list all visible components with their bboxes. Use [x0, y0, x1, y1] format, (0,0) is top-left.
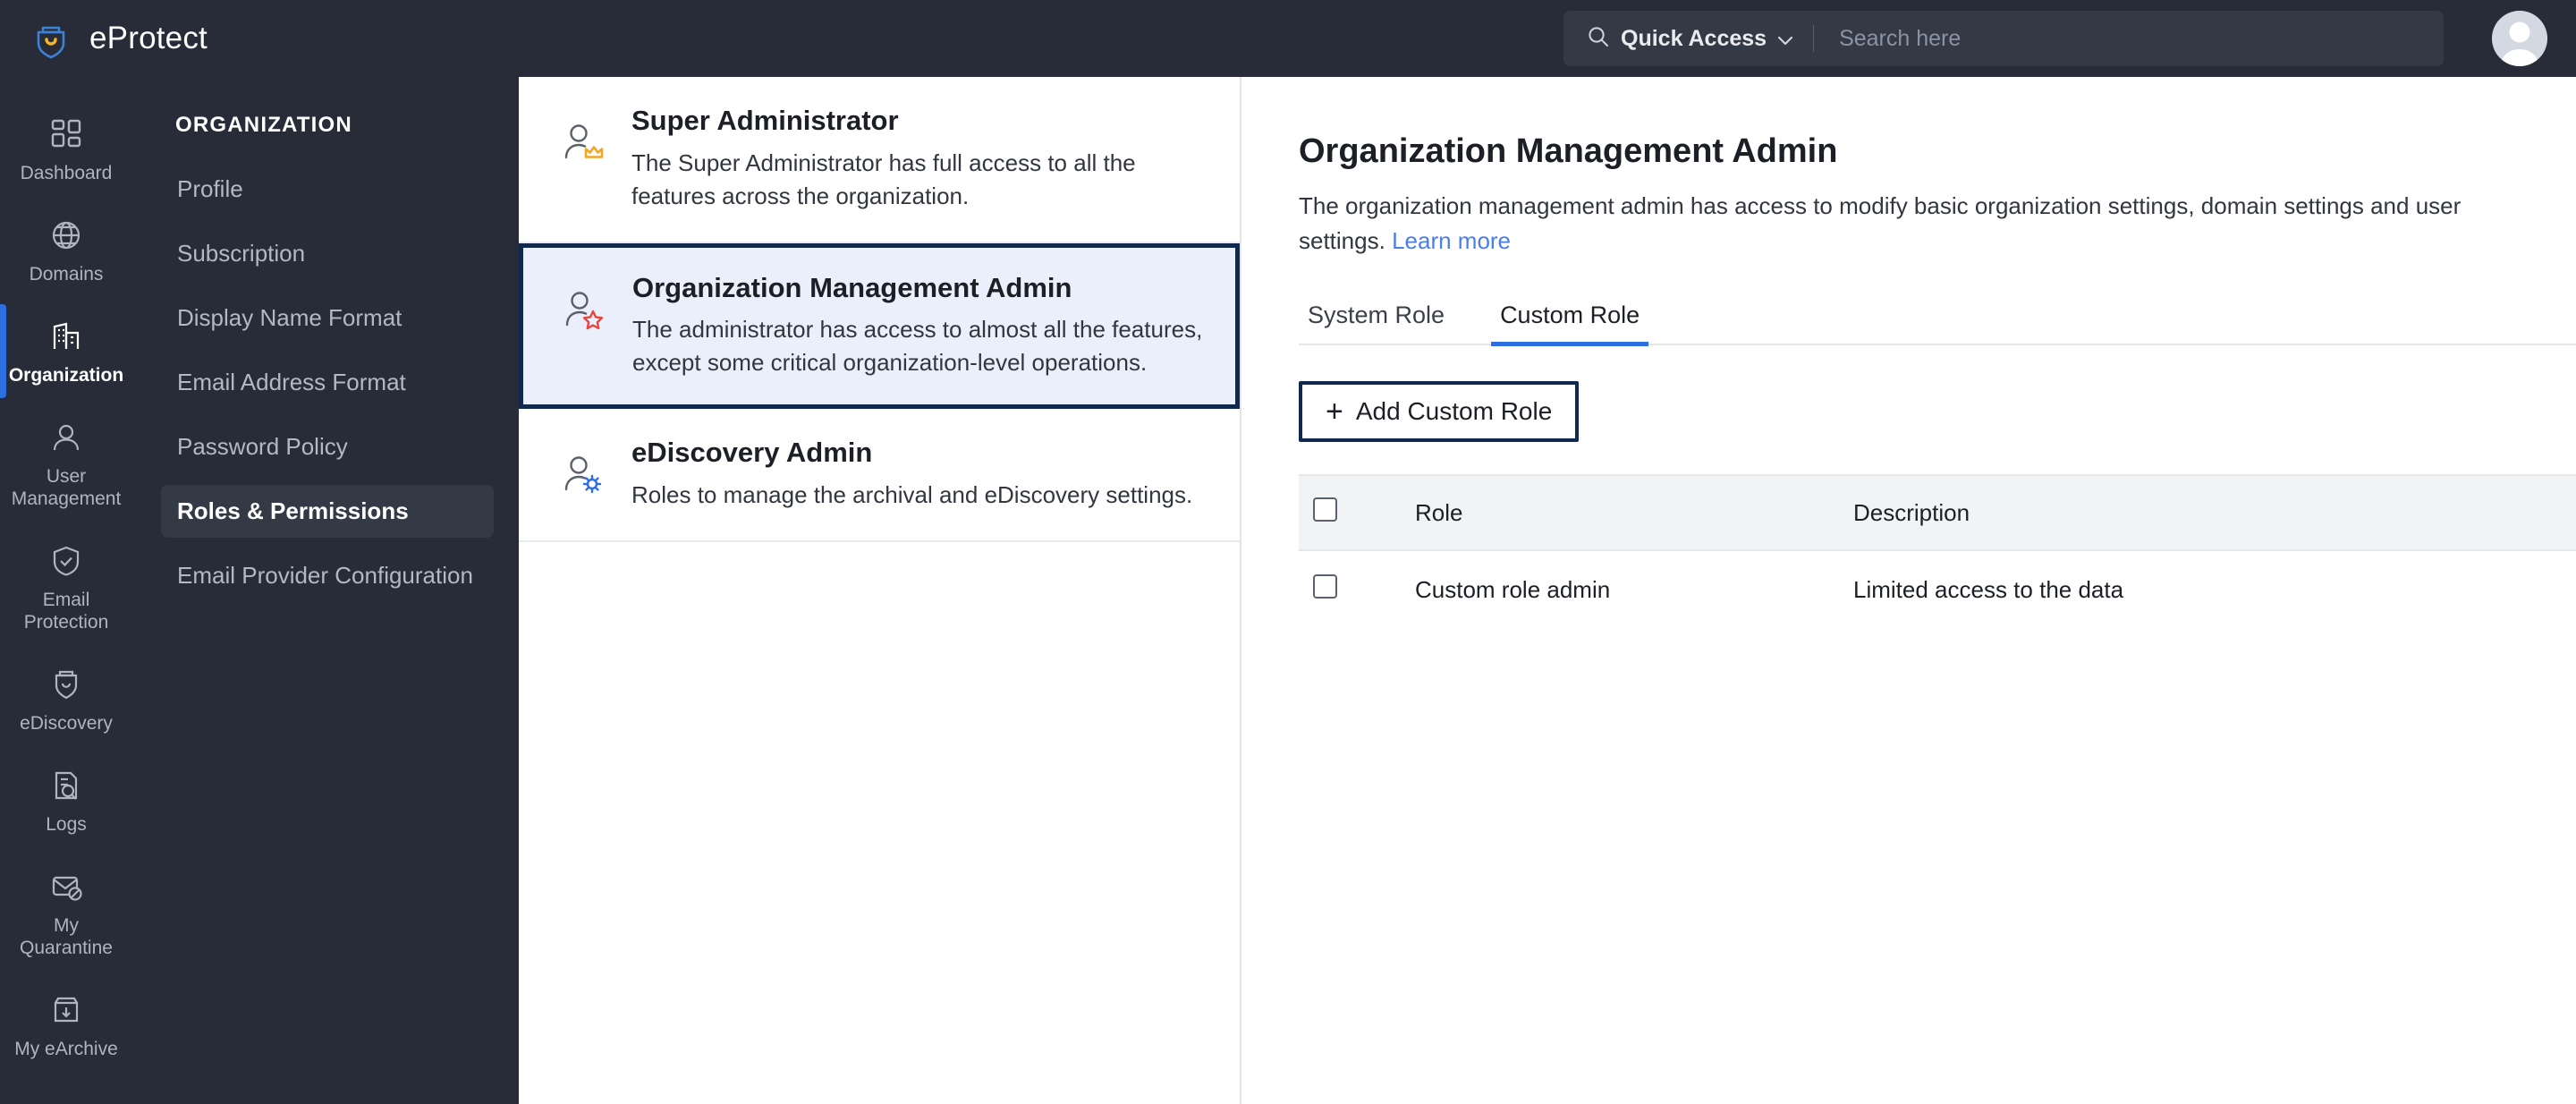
rail-label: Domains — [29, 264, 104, 284]
organization-subnav: ORGANIZATION Profile Subscription Displa… — [132, 77, 519, 1104]
building-icon — [5, 316, 127, 357]
top-bar: eProtect Quick Access — [0, 0, 2576, 77]
mail-blocked-icon — [5, 866, 127, 907]
rail-item-user-management[interactable]: User Management — [0, 402, 132, 525]
cell-description: Limited access to the data — [1853, 575, 2124, 603]
brand-name: eProtect — [89, 21, 208, 55]
tab-system-role[interactable]: System Role — [1299, 301, 1453, 344]
subnav-item-display-name-format[interactable]: Display Name Format — [161, 292, 494, 344]
role-card-texts: Organization Management Admin The admini… — [632, 271, 1203, 380]
subnav-item-password-policy[interactable]: Password Policy — [161, 420, 494, 473]
role-card-title: Super Administrator — [631, 105, 899, 136]
dashboard-grid-icon — [5, 114, 127, 155]
cell-role: Custom role admin — [1415, 575, 1611, 603]
rail-item-email-protection[interactable]: Email Protection — [0, 525, 132, 649]
add-custom-role-label: Add Custom Role — [1355, 397, 1553, 425]
role-card-super-administrator[interactable]: Super Administrator The Super Administra… — [519, 77, 1240, 243]
rail-item-organization[interactable]: Organization — [0, 301, 132, 402]
archive-download-icon — [5, 989, 127, 1031]
role-card-title: Organization Management Admin — [632, 271, 1072, 303]
role-card-description: The Super Administrator has full access … — [631, 149, 1136, 209]
rail-label: Logs — [46, 814, 87, 835]
ediscovery-shield-icon — [5, 664, 127, 705]
rail-label: eDiscovery — [20, 713, 113, 734]
rail-item-my-earchive[interactable]: My eArchive — [0, 974, 132, 1075]
custom-roles-table: Role Description Custom role admin Limit… — [1299, 474, 2576, 628]
quick-access-dropdown[interactable]: Quick Access — [1563, 25, 1813, 53]
role-list-panel: Super Administrator The Super Administra… — [519, 77, 1241, 1104]
rail-label: User Management — [11, 466, 122, 509]
shield-check-icon — [5, 540, 127, 582]
search-icon — [1587, 25, 1610, 53]
rail-item-ediscovery[interactable]: eDiscovery — [0, 649, 132, 750]
add-custom-role-button[interactable]: + Add Custom Role — [1299, 381, 1580, 442]
role-detail-panel: Organization Management Admin The organi… — [1241, 77, 2576, 1104]
page-description: The organization management admin has ac… — [1299, 189, 2551, 259]
role-card-ediscovery-admin[interactable]: eDiscovery Admin Roles to manage the arc… — [519, 409, 1240, 542]
rail-item-dashboard[interactable]: Dashboard — [0, 98, 132, 200]
subnav-item-email-provider-configuration[interactable]: Email Provider Configuration — [161, 549, 494, 602]
primary-nav-rail: Dashboard Domains Organization User Mana… — [0, 77, 132, 1104]
rail-label: Dashboard — [20, 163, 113, 183]
role-card-organization-management-admin[interactable]: Organization Management Admin The admini… — [519, 242, 1240, 410]
role-tabs: System Role Custom Role — [1299, 301, 2576, 346]
user-icon — [5, 417, 127, 458]
rail-item-my-quarantine[interactable]: My Quarantine — [0, 851, 132, 974]
search-input[interactable] — [1814, 25, 2444, 52]
subnav-item-roles-permissions[interactable]: Roles & Permissions — [161, 485, 494, 538]
learn-more-link[interactable]: Learn more — [1392, 227, 1511, 254]
select-all-header — [1299, 474, 1415, 551]
table-body: Custom role admin Limited access to the … — [1299, 550, 2576, 628]
plus-icon: + — [1326, 395, 1343, 429]
rail-label: Email Protection — [23, 590, 109, 633]
rail-item-logs[interactable]: Logs — [0, 750, 132, 851]
role-card-texts: eDiscovery Admin Roles to manage the arc… — [631, 436, 1204, 512]
table-row[interactable]: Custom role admin Limited access to the … — [1299, 550, 2576, 628]
role-card-description: The administrator has access to almost a… — [632, 316, 1203, 377]
rail-label: My Quarantine — [20, 915, 113, 958]
page-title: Organization Management Admin — [1299, 132, 1838, 170]
app-root: eProtect Quick Access Search here Dashbo… — [0, 0, 2576, 1104]
avatar[interactable] — [2492, 11, 2547, 66]
column-header-role: Role — [1415, 474, 1853, 551]
rail-label: Organization — [8, 365, 124, 386]
table-head: Role Description — [1299, 474, 2576, 551]
shield-logo-icon — [30, 18, 72, 59]
subnav-item-email-address-format[interactable]: Email Address Format — [161, 356, 494, 409]
app-body: Dashboard Domains Organization User Mana… — [0, 77, 2576, 1104]
user-avatar-icon — [2492, 11, 2547, 66]
row-checkbox[interactable] — [1313, 574, 1337, 599]
row-select-cell — [1299, 550, 1415, 628]
subnav-item-subscription[interactable]: Subscription — [161, 227, 494, 280]
role-card-description: Roles to manage the archival and eDiscov… — [631, 480, 1193, 508]
table-header-row: Role Description — [1299, 474, 2576, 551]
chevron-down-icon — [1777, 34, 1793, 45]
user-gear-icon — [560, 436, 606, 503]
global-search-bar[interactable]: Quick Access — [1563, 11, 2444, 66]
document-search-icon — [5, 765, 127, 806]
brand[interactable]: eProtect — [0, 18, 519, 59]
column-header-description: Description — [1853, 474, 2576, 551]
quick-access-label: Quick Access — [1621, 25, 1767, 51]
rail-item-domains[interactable]: Domains — [0, 200, 132, 301]
role-card-title: eDiscovery Admin — [631, 437, 873, 469]
role-card-texts: Super Administrator The Super Administra… — [631, 104, 1204, 213]
subnav-title: ORGANIZATION — [175, 113, 352, 137]
select-all-checkbox[interactable] — [1313, 497, 1337, 522]
subnav-item-profile[interactable]: Profile — [161, 163, 494, 216]
rail-label: My eArchive — [14, 1039, 118, 1059]
globe-icon — [5, 215, 127, 256]
tab-custom-role[interactable]: Custom Role — [1491, 301, 1649, 346]
user-star-icon — [561, 271, 607, 338]
user-crown-icon — [560, 104, 606, 171]
